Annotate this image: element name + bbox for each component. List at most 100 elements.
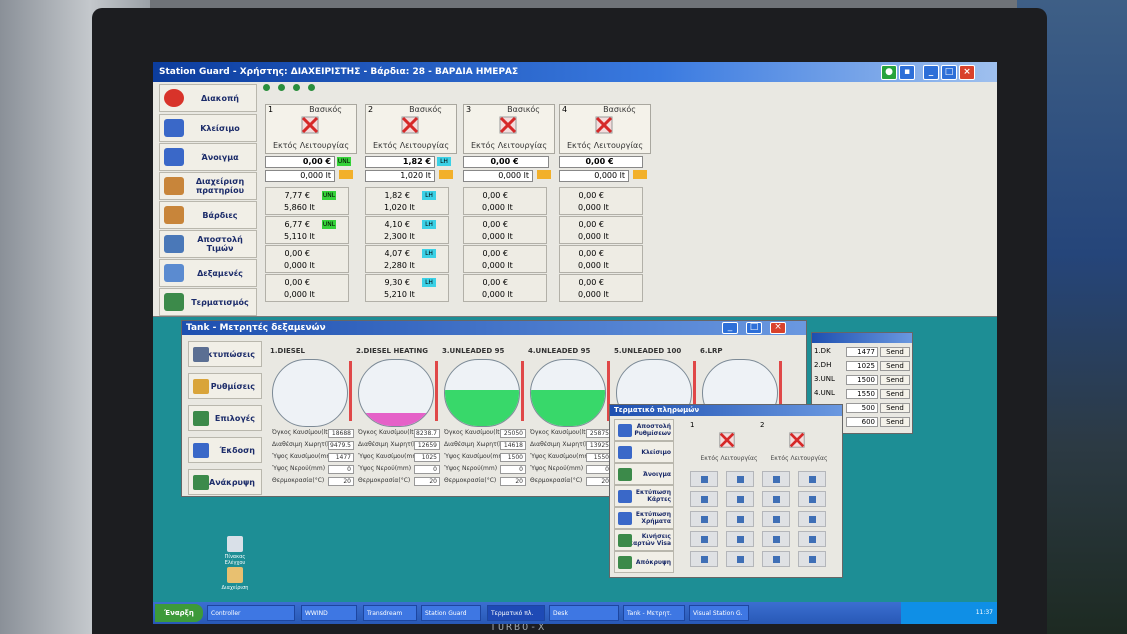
terminal-grid-cell[interactable] <box>726 551 754 567</box>
terminal-side-button[interactable]: Απόκρυψη <box>614 551 674 573</box>
minimize-icon[interactable]: _ <box>923 65 939 80</box>
terminal-grid-cell[interactable] <box>762 551 790 567</box>
tank-settings-button[interactable]: Ρυθμίσεις <box>188 373 262 399</box>
tank-hide-button[interactable]: Ανάκρυψη <box>188 469 262 495</box>
price-input[interactable]: 1500 <box>846 375 878 385</box>
terminal-grid-cell[interactable] <box>798 491 826 507</box>
receipt-icon[interactable] <box>537 170 551 179</box>
terminal-grid-cell[interactable] <box>690 491 718 507</box>
sidebar-item-open[interactable]: Άνοιγμα <box>159 143 257 171</box>
terminal-grid-cell[interactable] <box>798 531 826 547</box>
taskbar-task[interactable]: Τερματικό πλ. <box>487 605 545 621</box>
pump-mode[interactable]: Βασικός <box>309 105 342 114</box>
taskbar-task[interactable]: Controller <box>207 605 295 621</box>
terminal-grid-cell[interactable] <box>726 471 754 487</box>
start-button[interactable]: Έναρξη <box>155 604 203 622</box>
transaction-row[interactable]: 0,00 € 0,000 lt <box>559 216 643 244</box>
terminal-side-button[interactable]: Κινήσεις καρτών Visa <box>614 529 674 551</box>
terminal-grid-cell[interactable] <box>762 531 790 547</box>
send-button[interactable]: Send <box>880 347 910 357</box>
pump-panel-4[interactable]: 4 Βασικός Εκτός Λειτουργίας 0,00 € 0,000… <box>559 104 651 304</box>
pump-header[interactable]: 1 Βασικός Εκτός Λειτουργίας <box>265 104 357 154</box>
price-input[interactable]: 1025 <box>846 361 878 371</box>
terminal-grid-cell[interactable] <box>726 491 754 507</box>
send-button[interactable]: Send <box>880 417 910 427</box>
terminal-pump-1[interactable]: 1 Εκτός Λειτουργίας <box>690 421 768 467</box>
sidebar-item-exit[interactable]: Τερματισμός <box>159 288 257 316</box>
pump-mode[interactable]: Βασικός <box>507 105 540 114</box>
transaction-row[interactable]: 1,82 € LH 1,020 lt <box>365 187 449 215</box>
close-icon[interactable]: × <box>770 322 786 334</box>
terminal-grid-cell[interactable] <box>690 551 718 567</box>
sidebar-item-close[interactable]: Κλείσιμο <box>159 114 257 142</box>
terminal-grid-cell[interactable] <box>798 551 826 567</box>
transaction-row[interactable]: 9,30 € LH 5,210 lt <box>365 274 449 302</box>
taskbar-task[interactable]: Visual Station G. <box>689 605 749 621</box>
receipt-icon[interactable] <box>339 170 353 179</box>
transaction-row[interactable]: 6,77 € UNL 5,110 lt <box>265 216 349 244</box>
transaction-row[interactable]: 0,00 € 0,000 lt <box>265 274 349 302</box>
transaction-row[interactable]: 0,00 € 0,000 lt <box>265 245 349 273</box>
transaction-row[interactable]: 0,00 € 0,000 lt <box>559 245 643 273</box>
transaction-row[interactable]: 0,00 € 0,000 lt <box>559 274 643 302</box>
transaction-row[interactable]: 0,00 € 0,000 lt <box>463 187 547 215</box>
desktop-icon-control-panel[interactable]: Πίνακας Ελέγχου <box>215 536 255 566</box>
terminal-grid-cell[interactable] <box>690 511 718 527</box>
terminal-side-button[interactable]: Άνοιγμα <box>614 463 674 485</box>
transaction-row[interactable]: 4,10 € LH 2,300 lt <box>365 216 449 244</box>
sidebar-item-station-admin[interactable]: Διαχείριση πρατηρίου <box>159 172 257 200</box>
terminal-grid-cell[interactable] <box>762 491 790 507</box>
taskbar-task[interactable]: WWIND <box>301 605 357 621</box>
receipt-icon[interactable] <box>439 170 453 179</box>
transaction-row[interactable]: 0,00 € 0,000 lt <box>463 274 547 302</box>
tank-options-button[interactable]: Επιλογές <box>188 405 262 431</box>
terminal-side-button[interactable]: Αποστολή Ρυθμίσεων <box>614 419 674 441</box>
taskbar-task[interactable]: Station Guard <box>421 605 481 621</box>
sidebar-item-stop[interactable]: Διακοπή <box>159 84 257 112</box>
pump-header[interactable]: 2 Βασικός Εκτός Λειτουργίας <box>365 104 457 154</box>
terminal-grid-cell[interactable] <box>690 471 718 487</box>
transaction-row[interactable]: 0,00 € 0,000 lt <box>463 245 547 273</box>
pump-mode[interactable]: Βασικός <box>603 105 636 114</box>
taskbar-task[interactable]: Transdream <box>363 605 417 621</box>
terminal-side-button[interactable]: Εκτύπωση Κάρτες <box>614 485 674 507</box>
transaction-row[interactable]: 7,77 € UNL 5,860 lt <box>265 187 349 215</box>
terminal-grid-cell[interactable] <box>798 471 826 487</box>
transaction-row[interactable]: 0,00 € 0,000 lt <box>463 216 547 244</box>
terminal-side-button[interactable]: Εκτύπωση Χρήματα <box>614 507 674 529</box>
pump-panel-1[interactable]: 1 Βασικός Εκτός Λειτουργίας 0,00 € UNL 0… <box>265 104 357 304</box>
transaction-row[interactable]: 0,00 € 0,000 lt <box>559 187 643 215</box>
pump-panel-3[interactable]: 3 Βασικός Εκτός Λειτουργίας 0,00 € 0,000… <box>463 104 555 304</box>
terminal-grid-cell[interactable] <box>762 511 790 527</box>
tank-print-button[interactable]: Εκτυπώσεις <box>188 341 262 367</box>
sidebar-item-send-prices[interactable]: Αποστολή Τιμών <box>159 230 257 258</box>
terminal-grid-cell[interactable] <box>798 511 826 527</box>
taskbar-task[interactable]: Desk <box>549 605 619 621</box>
price-input[interactable]: 1550 <box>846 389 878 399</box>
pump-header[interactable]: 3 Βασικός Εκτός Λειτουργίας <box>463 104 555 154</box>
price-input[interactable]: 500 <box>846 403 878 413</box>
receipt-icon[interactable] <box>633 170 647 179</box>
pump-panel-2[interactable]: 2 Βασικός Εκτός Λειτουργίας 1,82 € LH 1,… <box>365 104 457 304</box>
minimize-icon[interactable]: _ <box>722 322 738 334</box>
price-input[interactable]: 600 <box>846 417 878 427</box>
terminal-grid-cell[interactable] <box>690 531 718 547</box>
pump-header[interactable]: 4 Βασικός Εκτός Λειτουργίας <box>559 104 651 154</box>
send-button[interactable]: Send <box>880 403 910 413</box>
terminal-grid-cell[interactable] <box>726 511 754 527</box>
terminal-grid-cell[interactable] <box>726 531 754 547</box>
desktop-icon-admin[interactable]: Διαχείριση <box>215 567 255 591</box>
terminal-side-button[interactable]: Κλείσιμο <box>614 441 674 463</box>
sidebar-item-tanks[interactable]: Δεξαμενές <box>159 259 257 287</box>
send-button[interactable]: Send <box>880 361 910 371</box>
transaction-row[interactable]: 4,07 € LH 2,280 lt <box>365 245 449 273</box>
send-button[interactable]: Send <box>880 375 910 385</box>
tank-version-button[interactable]: Έκδοση <box>188 437 262 463</box>
pump-mode[interactable]: Βασικός <box>409 105 442 114</box>
maximize-icon[interactable]: □ <box>941 65 957 80</box>
sidebar-item-shifts[interactable]: Βάρδιες <box>159 201 257 229</box>
terminal-grid-cell[interactable] <box>762 471 790 487</box>
maximize-icon[interactable]: □ <box>746 322 762 334</box>
close-icon[interactable]: × <box>959 65 975 80</box>
price-input[interactable]: 1477 <box>846 347 878 357</box>
